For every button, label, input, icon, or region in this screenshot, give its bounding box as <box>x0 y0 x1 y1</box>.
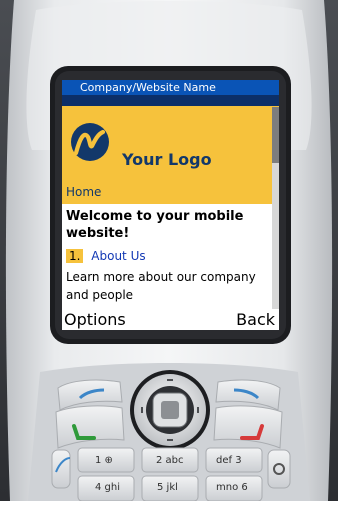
key-2-label[interactable]: 2 abc <box>156 455 184 466</box>
options-softkey[interactable]: Options <box>64 309 126 330</box>
scrollbar[interactable] <box>272 107 279 330</box>
key-5-label[interactable]: 5 jkl <box>157 482 178 493</box>
header-bar <box>62 95 279 106</box>
welcome-heading: Welcome to your mobile website! <box>66 209 244 241</box>
about-us-link[interactable]: About Us <box>91 249 145 263</box>
logo-text: Your Logo <box>122 150 212 169</box>
page-content: Welcome to your mobile website! 1. About… <box>62 204 279 304</box>
softkey-bar: Options Back <box>62 309 279 330</box>
scrollbar-thumb[interactable] <box>272 107 279 163</box>
key-6-label[interactable]: mno 6 <box>216 482 248 493</box>
key-1-label[interactable]: 1 ⊕ <box>95 455 113 466</box>
logo-mark-icon <box>71 123 109 161</box>
key-3-label[interactable]: def 3 <box>216 455 242 466</box>
key-4-label[interactable]: 4 ghi <box>95 482 120 493</box>
about-us-item[interactable]: 1. About Us <box>66 248 271 264</box>
home-link[interactable]: Home <box>66 185 101 199</box>
status-bar: Company/Website Name <box>62 80 279 95</box>
about-number: 1. <box>66 249 84 263</box>
logo-area[interactable]: Your Logo Home <box>62 106 279 204</box>
about-description: Learn more about our company and people <box>66 270 256 302</box>
phone-screen: Company/Website Name Your Logo Home Welc… <box>62 80 279 330</box>
back-softkey[interactable]: Back <box>236 309 275 330</box>
phone-device: Company/Website Name Your Logo Home Welc… <box>0 0 338 502</box>
